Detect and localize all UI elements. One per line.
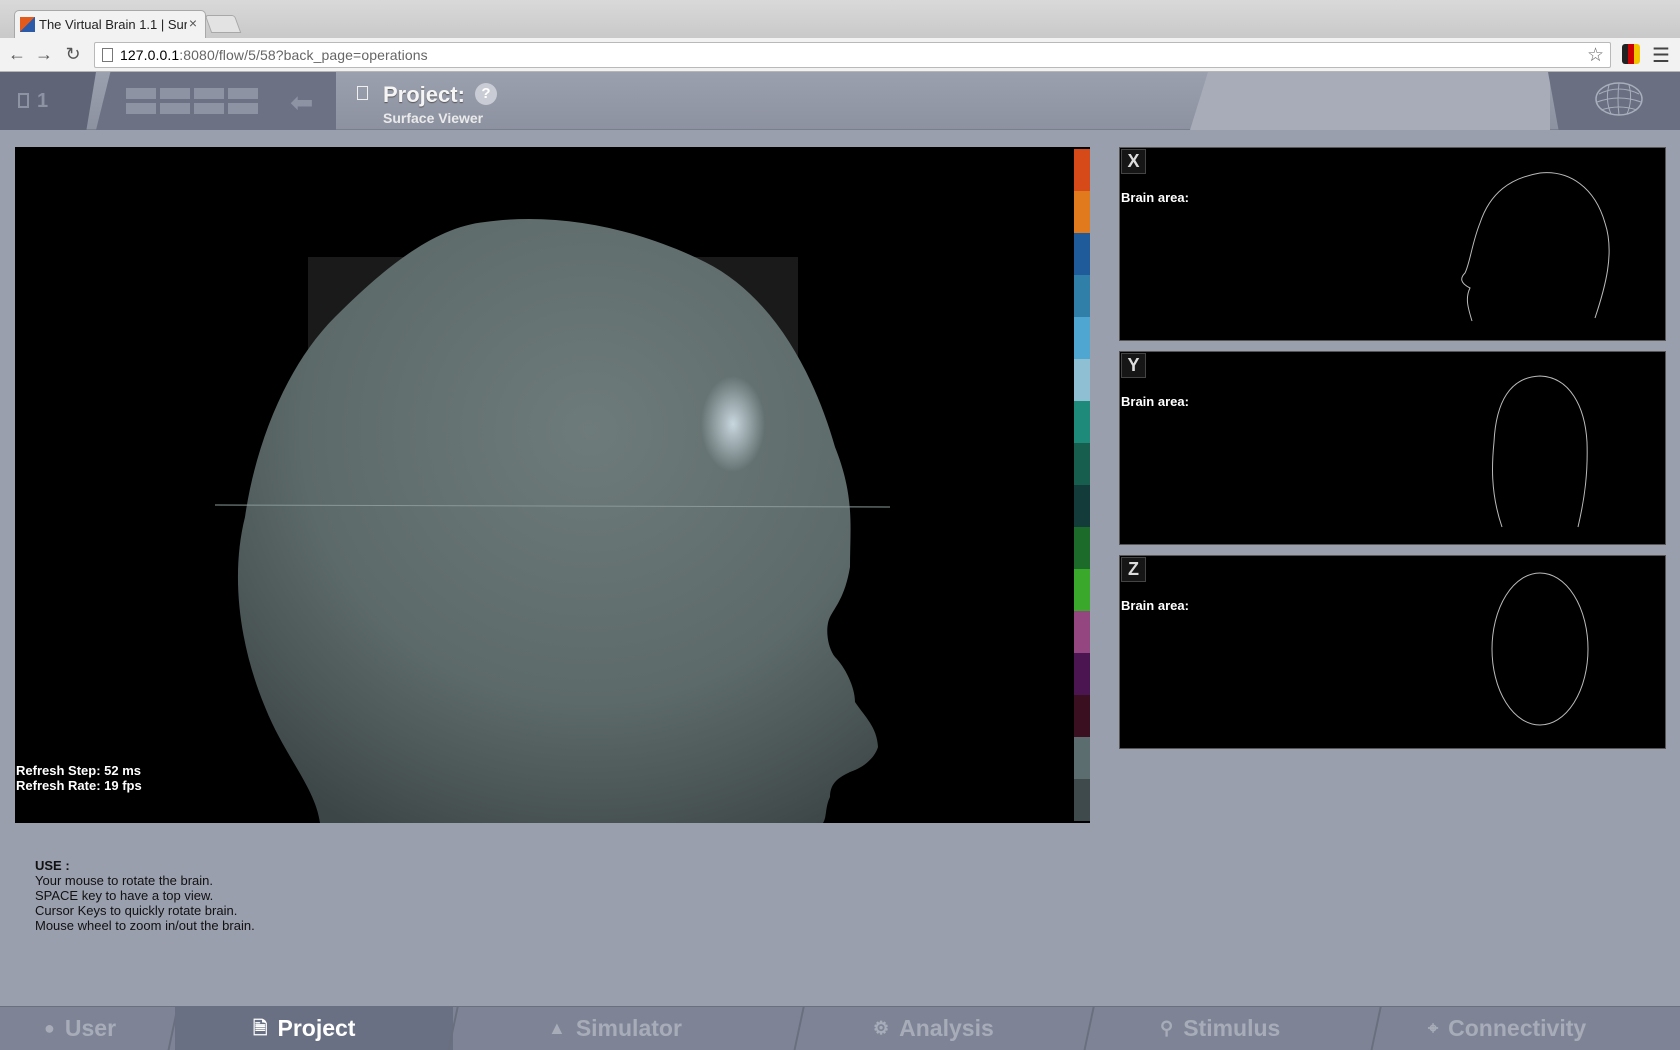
legend-swatch xyxy=(1074,191,1090,233)
back-icon[interactable]: ⬅ xyxy=(290,86,313,119)
header-light-panel xyxy=(1190,72,1550,130)
page-subtitle: Surface Viewer xyxy=(383,110,484,126)
refresh-rate-text: Refresh Rate: 19 fps xyxy=(16,778,142,793)
usage-line: Your mouse to rotate the brain. xyxy=(35,873,214,888)
browser-tab[interactable]: The Virtual Brain 1.1 | Surf × xyxy=(14,10,206,38)
reload-icon[interactable]: ↻ xyxy=(62,43,84,65)
forward-arrow-icon[interactable]: → xyxy=(33,43,55,65)
nav-project[interactable]: 🗎 Project xyxy=(175,1007,453,1050)
usage-line: Mouse wheel to zoom in/out the brain. xyxy=(35,918,255,933)
legend-swatch xyxy=(1074,569,1090,611)
color-legend-bar xyxy=(1074,149,1090,821)
nav-user-label: User xyxy=(64,1015,117,1041)
usage-line: Cursor Keys to quickly rotate brain. xyxy=(35,903,238,918)
tab-close-icon[interactable]: × xyxy=(189,15,197,31)
legend-swatch xyxy=(1074,527,1090,569)
legend-swatch xyxy=(1074,359,1090,401)
page-title: Project: xyxy=(383,82,465,107)
legend-swatch xyxy=(1074,443,1090,485)
project-count-panel: 1 xyxy=(0,72,96,130)
nav-simulator-label: Simulator xyxy=(575,1015,682,1041)
legend-swatch xyxy=(1074,737,1090,779)
coronal-outline xyxy=(1491,375,1588,528)
nav-simulator[interactable]: ▲ Simulator xyxy=(548,1007,798,1050)
project-count[interactable]: 1 xyxy=(18,90,48,113)
nav-analysis[interactable]: ⚙ Analysis xyxy=(873,1007,1088,1050)
head-surface[interactable] xyxy=(15,147,1075,823)
document-icon xyxy=(18,93,29,108)
slice-panel-x[interactable]: X Brain area: xyxy=(1119,147,1666,341)
browser-toolbar: ← → ↻ 127.0.0.1:8080/flow/5/58?back_page… xyxy=(0,38,1680,72)
legend-swatch xyxy=(1074,485,1090,527)
legend-swatch xyxy=(1074,233,1090,275)
network-icon: ⌖ xyxy=(1428,1018,1439,1038)
url-host: 127.0.0.1 xyxy=(120,47,180,63)
legend-swatch xyxy=(1074,779,1090,821)
usage-line: SPACE key to have a top view. xyxy=(35,888,214,903)
surface-viewer-canvas[interactable]: Refresh Step: 52 ms Refresh Rate: 19 fps xyxy=(15,147,1090,823)
legend-swatch xyxy=(1074,401,1090,443)
slice-panel-y[interactable]: Y Brain area: xyxy=(1119,351,1666,545)
nav-analysis-label: Analysis xyxy=(899,1015,994,1041)
gear-icon: ⚙ xyxy=(873,1018,890,1038)
tab-title: The Virtual Brain 1.1 | Surf xyxy=(39,17,187,32)
nav-stimulus-label: Stimulus xyxy=(1183,1015,1281,1041)
document-icon xyxy=(357,86,368,100)
nav-tools-panel: ⬅ xyxy=(96,72,336,130)
extension-icon[interactable] xyxy=(1622,44,1640,64)
refresh-info: Refresh Step: 52 ms Refresh Rate: 19 fps xyxy=(16,763,142,793)
back-arrow-icon[interactable]: ← xyxy=(6,43,28,65)
bottom-nav: ● User 🗎 Project ▲ Simulator ⚙ Analysis ⚲ Sti… xyxy=(0,1006,1680,1050)
axial-outline xyxy=(1491,572,1589,726)
help-icon[interactable]: ? xyxy=(475,83,497,105)
url-text[interactable]: 127.0.0.1:8080/flow/5/58?back_page=opera… xyxy=(120,47,428,63)
tvb-favicon-icon xyxy=(20,17,35,32)
bookmark-star-icon[interactable]: ☆ xyxy=(1587,44,1604,67)
nav-connectivity-label: Connectivity xyxy=(1448,1015,1587,1041)
nav-project-label: Project xyxy=(277,1015,356,1041)
document-icon: 🗎 xyxy=(253,1018,268,1038)
usage-heading: USE : xyxy=(35,858,70,873)
address-bar[interactable]: 127.0.0.1:8080/flow/5/58?back_page=opera… xyxy=(94,42,1611,68)
refresh-step-text: Refresh Step: 52 ms xyxy=(16,763,141,778)
brain-logo-icon[interactable] xyxy=(1593,80,1645,120)
legend-swatch xyxy=(1074,317,1090,359)
nav-connectivity[interactable]: ⌖ Connectivity xyxy=(1428,1007,1668,1050)
slice-panel-z[interactable]: Z Brain area: xyxy=(1119,555,1666,749)
activation-hotspot xyxy=(701,376,765,472)
app-header: 1 ⬅ Project: ? Surface Viewer xyxy=(0,72,1680,130)
browser-tabstrip: The Virtual Brain 1.1 | Surf × xyxy=(0,0,1680,38)
legend-swatch xyxy=(1074,275,1090,317)
legend-swatch xyxy=(1074,653,1090,695)
nav-user[interactable]: ● User xyxy=(44,1007,172,1050)
pin-icon: ⚲ xyxy=(1160,1018,1174,1038)
new-tab-button[interactable] xyxy=(204,15,242,33)
nav-stimulus[interactable]: ⚲ Stimulus xyxy=(1160,1007,1375,1050)
usage-instructions: USE : Your mouse to rotate the brain. SP… xyxy=(35,858,255,933)
browser-menu-icon[interactable]: ☰ xyxy=(1652,43,1670,68)
legend-swatch xyxy=(1074,611,1090,653)
legend-swatch xyxy=(1074,695,1090,737)
user-icon: ● xyxy=(44,1018,55,1038)
url-path: :8080/flow/5/58?back_page=operations xyxy=(179,47,428,63)
logo-panel xyxy=(1548,72,1680,130)
legend-swatch xyxy=(1074,149,1090,191)
project-count-value: 1 xyxy=(37,90,49,112)
sagittal-outline xyxy=(1461,172,1610,322)
page-icon xyxy=(102,48,113,62)
rocket-icon: ▲ xyxy=(548,1018,566,1038)
grid-view-icon[interactable] xyxy=(126,88,258,116)
